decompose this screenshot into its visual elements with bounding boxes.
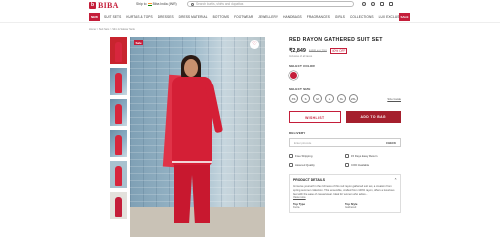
country-label: Biba India (INR) [152,2,177,6]
logo-mark-icon: b [89,2,96,9]
nav-item-kurtas-tops[interactable]: KURTAS & TOPS [126,15,152,19]
heart-icon[interactable]: ♡ [250,40,259,49]
nav-item-footwear[interactable]: FOOTWEAR [234,15,253,19]
ship-to-label: Ship to [136,2,147,6]
nav-item-dresses[interactable]: DRESSES [158,15,174,19]
thumbnail-3[interactable] [110,99,127,126]
attribute-value: Gathered [345,206,357,210]
thumbnail-5[interactable] [110,161,127,188]
main-nav: NEW SUIT SETS KURTAS & TOPS DRESSES DRES… [0,11,500,23]
product-attributes: Top Type Top Style Kurta Gathered [293,202,397,209]
search-input[interactable]: Search kurtis, shirts and dupattas [196,2,243,6]
truck-icon [289,154,293,158]
tax-note: Inclusive of all taxes [289,55,313,58]
action-buttons: WISHLIST ADD TO BAG [289,111,401,123]
location-icon[interactable] [362,2,366,6]
product-details-section: PRODUCT DETAILS ⌃ Immerse yourself in th… [289,174,401,214]
size-guide-link[interactable]: Size Guide [387,97,401,101]
product-details-header[interactable]: PRODUCT DETAILS ⌃ [293,178,397,182]
feature-free-shipping: Free Shipping [289,154,345,158]
select-color-label: SELECT COLOR [289,64,315,68]
search-bar[interactable]: Search kurtis, shirts and dupattas [187,1,354,7]
size-option-m[interactable]: M [313,94,322,103]
return-icon [345,154,349,158]
color-swatch-red[interactable] [289,71,298,80]
search-icon [191,2,194,6]
thumbnail-2[interactable] [110,68,127,95]
price-row: ₹2,849 MRP ₹4,750 40% OFF [289,48,401,54]
thumbnail-6[interactable] [110,192,127,219]
nav-item-collections[interactable]: COLLECTIONS [350,15,374,19]
view-more-link[interactable]: View more [293,196,397,199]
select-size-label: SELECT SIZE [289,87,311,91]
user-icon[interactable] [371,2,375,6]
discount-badge: 40% OFF [329,48,348,54]
feature-easy-return: 15 Days Easy Return [345,154,401,158]
delivery-label: DELIVERY [289,131,306,135]
nav-item-fragrances[interactable]: FRAGRANCES [307,15,330,19]
india-flag-icon [147,2,152,6]
header-icons [362,2,393,6]
wishlist-icon[interactable] [380,2,384,6]
size-option-xs[interactable]: XS [289,94,298,103]
ship-to-selector[interactable]: Ship to Biba India (INR) [136,2,177,6]
nav-item-dress-material[interactable]: DRESS MATERIAL [179,15,208,19]
check-pincode-button[interactable]: CHECK [386,141,396,145]
product-title: RED RAYON GATHERED SUIT SET [289,37,383,43]
size-option-s[interactable]: S [301,94,310,103]
service-features: Free Shipping 15 Days Easy Return Assure… [289,154,401,167]
feature-assured-quality: Assured Quality [289,163,345,167]
model-head [184,59,198,77]
size-option-l[interactable]: L [325,94,334,103]
mrp-price: MRP ₹4,750 [308,49,327,53]
sale-tag: Sale [134,40,144,45]
kurta-hem-trim [172,161,212,163]
cash-icon [345,163,349,167]
nav-item-jewellery[interactable]: JEWELLERY [258,15,278,19]
pincode-input[interactable]: Enter pincode [294,141,311,145]
wishlist-button[interactable]: WISHLIST [289,111,341,123]
size-options: XS S M L XL 2XL Size Guide [289,94,401,103]
thumbnail-4[interactable] [110,130,127,157]
product-main-image[interactable]: Sale ♡ [130,37,265,237]
thumbnail-1[interactable] [110,37,127,64]
feature-cod: COD Available [345,163,401,167]
nav-sale-badge[interactable]: SALE [399,13,410,21]
product-info-panel: RED RAYON GATHERED SUIT SET ₹2,849 MRP ₹… [289,37,401,214]
nav-new-badge[interactable]: NEW [89,13,100,21]
breadcrumb[interactable]: Home > Suit Sets > Slim & Salwar Suits [89,28,135,31]
nav-item-girls[interactable]: GIRLS [335,15,345,19]
size-option-xl[interactable]: XL [337,94,346,103]
bag-icon[interactable] [389,2,393,6]
nav-items: SUIT SETS KURTAS & TOPS DRESSES DRESS MA… [104,15,405,19]
quality-icon [289,163,293,167]
nav-item-bottoms[interactable]: BOTTOMS [213,15,229,19]
product-details-title: PRODUCT DETAILS [293,178,325,182]
biba-logo[interactable]: b BIBA [89,1,119,10]
attribute-value: Kurta [293,206,300,210]
size-option-2xl[interactable]: 2XL [349,94,358,103]
nav-item-suit-sets[interactable]: SUIT SETS [104,15,121,19]
pincode-field[interactable]: Enter pincode CHECK [289,138,401,147]
add-to-bag-button[interactable]: ADD TO BAG [345,111,401,123]
chevron-up-icon[interactable]: ⌃ [394,178,397,182]
sale-price: ₹2,849 [289,48,306,54]
product-description: Immerse yourself in the richness of this… [293,185,395,196]
nav-item-handbags[interactable]: HANDBAGS [283,15,302,19]
logo-text: BIBA [98,1,119,10]
site-header: b BIBA Ship to Biba India (INR) Search k… [0,0,500,10]
